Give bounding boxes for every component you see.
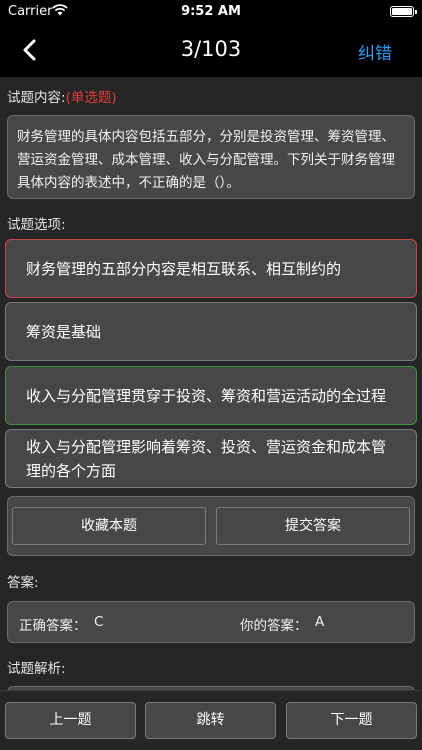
submit-answer-button[interactable]: 提交答案 (216, 507, 410, 545)
next-question-button[interactable]: 下一题 (286, 702, 417, 739)
correct-answer-label: 正确答案： (19, 618, 87, 634)
options-label: 试题选项: (7, 217, 66, 233)
report-error-button[interactable]: 纠错 (358, 39, 392, 64)
your-answer-value: A (315, 614, 325, 630)
option-d[interactable]: 收入与分配管理影响着筹资、投资、营运资金和成本管理的各个方面 (5, 429, 417, 488)
bottom-toolbar: 上一题 跳转 下一题 (0, 690, 422, 750)
favorite-button[interactable]: 收藏本题 (12, 507, 206, 545)
question-type-tag: (单选题) (65, 90, 117, 106)
option-a[interactable]: 财务管理的五部分内容是相互联系、相互制约的 (5, 239, 417, 298)
answer-card: 正确答案： C 你的答案： A (7, 601, 415, 643)
option-text: 筹资是基础 (26, 322, 102, 341)
correct-answer-value: C (94, 614, 104, 630)
question-label-row: 试题内容:(单选题) (7, 86, 117, 106)
option-text: 收入与分配管理影响着筹资、投资、营运资金和成本管理的各个方面 (26, 437, 387, 480)
clock: 9:52 AM (181, 4, 241, 19)
navigation-bar: 3/103 纠错 (0, 24, 422, 77)
question-label: 试题内容: (7, 90, 66, 106)
question-card: 财务管理的具体内容包括五部分，分别是投资管理、筹资管理、营运资金管理、成本管理、… (7, 115, 415, 199)
option-text: 收入与分配管理贯穿于投资、筹资和营运活动的全过程 (26, 386, 387, 405)
option-text: 财务管理的五部分内容是相互联系、相互制约的 (26, 259, 342, 278)
analysis-label: 试题解析: (7, 661, 66, 677)
your-answer-label: 你的答案： (240, 618, 308, 634)
jump-button[interactable]: 跳转 (145, 702, 276, 739)
previous-question-button[interactable]: 上一题 (5, 702, 136, 739)
option-c[interactable]: 收入与分配管理贯穿于投资、筹资和营运活动的全过程 (5, 366, 417, 425)
question-text: 财务管理的具体内容包括五部分，分别是投资管理、筹资管理、营运资金管理、成本管理、… (17, 129, 395, 191)
battery-icon (390, 6, 417, 17)
status-bar: Carrier 9:52 AM (0, 0, 422, 24)
answer-label: 答案: (7, 575, 39, 591)
option-b[interactable]: 筹资是基础 (5, 302, 417, 361)
